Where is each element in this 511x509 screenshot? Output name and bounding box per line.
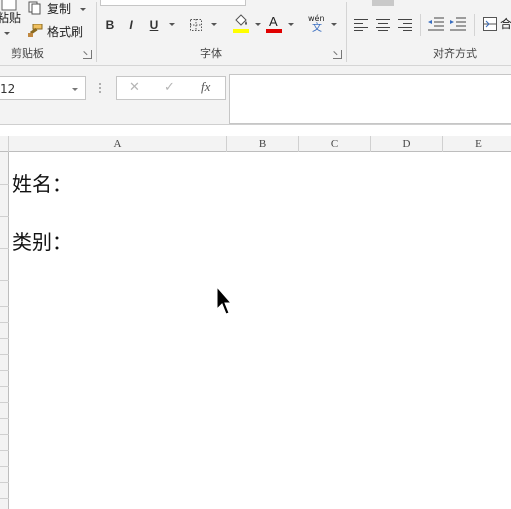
- bold-button[interactable]: B: [104, 17, 116, 33]
- formula-bar-resize-handle[interactable]: [99, 83, 101, 93]
- column-header-a[interactable]: A: [9, 136, 227, 152]
- phonetic-guide-button[interactable]: wén 文: [306, 14, 340, 36]
- font-color-dropdown-caret[interactable]: [288, 23, 294, 26]
- decrease-indent-icon[interactable]: [428, 17, 444, 31]
- insert-function-button[interactable]: fx: [201, 80, 210, 94]
- fill-color-dropdown-caret[interactable]: [255, 23, 261, 26]
- merge-cells-icon: [483, 17, 497, 31]
- clipboard-dialog-launcher[interactable]: [83, 50, 92, 59]
- format-painter-icon: [28, 24, 43, 37]
- row-divider: [0, 450, 9, 451]
- enter-icon[interactable]: ✓: [164, 81, 175, 95]
- column-header-d[interactable]: D: [371, 136, 443, 152]
- format-painter-button[interactable]: 格式刷: [26, 22, 90, 40]
- column-header-b[interactable]: B: [227, 136, 299, 152]
- copy-dropdown-caret[interactable]: [80, 8, 86, 11]
- fill-color-button[interactable]: [230, 14, 264, 34]
- top-align-button[interactable]: [372, 0, 394, 6]
- underline-button[interactable]: U: [148, 17, 160, 33]
- cell-a3[interactable]: 类别：: [12, 230, 72, 254]
- italic-button[interactable]: I: [125, 17, 137, 33]
- row-divider: [0, 322, 9, 323]
- alignment-group-label: 对齐方式: [433, 47, 477, 60]
- group-separator: [346, 2, 347, 62]
- merge-center-label: 合: [500, 17, 511, 31]
- row-divider: [0, 370, 9, 371]
- border-dropdown-caret[interactable]: [211, 23, 217, 26]
- border-button[interactable]: [188, 17, 218, 33]
- name-box-value: 12: [0, 82, 16, 96]
- font-color-button[interactable]: A: [266, 14, 298, 34]
- row-divider: [0, 216, 9, 217]
- underline-dropdown-caret[interactable]: [169, 23, 175, 26]
- row-divider: [0, 482, 9, 483]
- fill-color-swatch: [233, 29, 249, 33]
- formula-controls: ✕ ✓ fx: [116, 76, 226, 100]
- font-color-icon: A: [269, 14, 278, 29]
- row-divider: [0, 386, 9, 387]
- font-color-swatch: [266, 29, 282, 33]
- paste-dropdown-caret[interactable]: [4, 32, 10, 35]
- font-dialog-launcher[interactable]: [333, 50, 342, 59]
- formula-input[interactable]: [229, 74, 511, 124]
- merge-center-button[interactable]: 合: [481, 15, 511, 35]
- copy-icon: [28, 1, 41, 15]
- column-header-e[interactable]: E: [443, 136, 511, 152]
- worksheet-grid[interactable]: 姓名： 类别：: [9, 152, 511, 509]
- group-separator: [474, 14, 475, 36]
- row-divider: [0, 306, 9, 307]
- ribbon: 粘贴 复制 格式刷 剪贴板 B I U A wén 文 字体 合 对齐方式: [0, 0, 511, 66]
- cell-a1[interactable]: 姓名：: [12, 172, 72, 196]
- row-divider: [0, 184, 9, 185]
- row-divider: [0, 280, 9, 281]
- border-icon: [190, 19, 202, 31]
- clipboard-group-label: 剪贴板: [11, 47, 44, 60]
- column-header-bar: A B C D E: [0, 136, 511, 152]
- paste-button[interactable]: 粘贴: [0, 0, 22, 40]
- mouse-cursor-icon: [216, 286, 232, 315]
- column-header-c[interactable]: C: [299, 136, 371, 152]
- copy-label: 复制: [47, 2, 72, 16]
- phonetic-guide-dropdown-caret[interactable]: [331, 23, 337, 26]
- format-painter-label: 格式刷: [47, 25, 84, 39]
- align-left-icon[interactable]: [354, 19, 368, 31]
- formula-bar-area: 12 ✕ ✓ fx: [0, 66, 511, 125]
- paint-bucket-icon: [235, 14, 247, 26]
- align-center-icon[interactable]: [376, 19, 390, 31]
- font-group-label: 字体: [200, 47, 222, 60]
- phonetic-guide-top: wén: [308, 14, 325, 23]
- group-separator: [420, 14, 421, 36]
- paste-label: 粘贴: [0, 11, 22, 25]
- row-divider: [0, 498, 9, 499]
- group-separator: [96, 2, 97, 62]
- row-divider: [0, 402, 9, 403]
- row-divider: [0, 248, 9, 249]
- phonetic-guide-bottom: 文: [312, 23, 322, 34]
- row-divider: [0, 338, 9, 339]
- column-header-corner[interactable]: [0, 136, 9, 152]
- align-right-icon[interactable]: [398, 19, 412, 31]
- row-divider: [0, 418, 9, 419]
- row-header-bar[interactable]: [0, 152, 9, 509]
- cancel-icon[interactable]: ✕: [129, 81, 140, 95]
- name-box-dropdown-caret[interactable]: [72, 88, 78, 91]
- copy-button[interactable]: 复制: [26, 0, 90, 18]
- font-name-box[interactable]: [100, 0, 246, 6]
- row-divider: [0, 354, 9, 355]
- row-divider: [0, 466, 9, 467]
- row-divider: [0, 434, 9, 435]
- name-box[interactable]: 12: [0, 76, 86, 100]
- increase-indent-icon[interactable]: [450, 17, 466, 31]
